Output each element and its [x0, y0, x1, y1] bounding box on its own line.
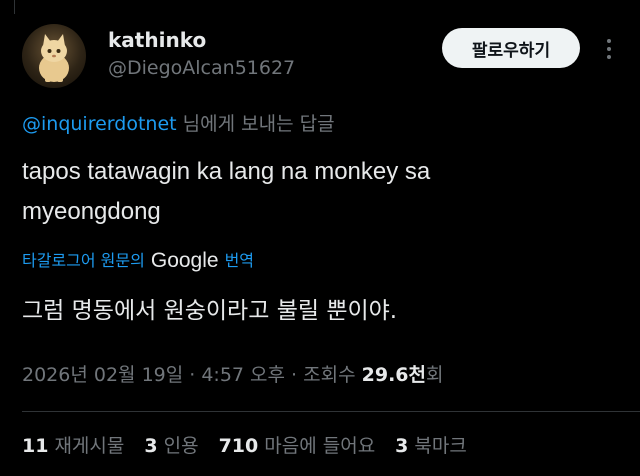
translated-text: 그럼 명동에서 원숭이라고 불릴 뿐이야. [22, 298, 398, 324]
likes-count: 710 [218, 435, 259, 457]
thread-line [14, 0, 15, 14]
likes-label: 마음에 들어요 [264, 435, 376, 457]
tweet-text-line-1: tapos tatawagin ka lang na monkey sa [22, 158, 431, 185]
bookmarks-count: 3 [395, 435, 409, 457]
cat-avatar-icon [39, 34, 69, 82]
quotes-label: 인용 [163, 435, 199, 457]
timestamp[interactable]: 2026년 02월 19일 · 4:57 오후 · 조회수 [22, 364, 362, 386]
reposts-count: 11 [22, 435, 49, 457]
translation-prefix: 타갈로그어 원문의 [22, 251, 145, 270]
divider [22, 411, 640, 412]
quotes-count: 3 [144, 435, 158, 457]
translation-suffix: 번역 [224, 251, 255, 270]
bookmarks-stat[interactable]: 3 북마크 [395, 432, 467, 460]
likes-stat[interactable]: 710 마음에 들어요 [219, 432, 376, 460]
tweet-meta: 2026년 02월 19일 · 4:57 오후 · 조회수 29.6천회 [22, 361, 443, 389]
quotes-stat[interactable]: 3 인용 [144, 432, 198, 460]
tweet-text-line-2: myeongdong [22, 198, 161, 225]
reposts-stat[interactable]: 11 재게시물 [22, 432, 124, 460]
follow-button[interactable]: 팔로우하기 [442, 28, 580, 68]
tweet-header: kathinko @DiegoAlcan51627 팔로우하기 [22, 24, 620, 88]
author-names: kathinko @DiegoAlcan51627 [108, 26, 295, 82]
display-name[interactable]: kathinko [108, 26, 295, 54]
more-vertical-icon[interactable] [602, 38, 616, 60]
reply-mention-link[interactable]: @inquirerdotnet [22, 113, 177, 135]
view-count: 29.6천 [361, 364, 426, 386]
reply-suffix: 님에게 보내는 답글 [176, 113, 335, 135]
user-handle[interactable]: @DiegoAlcan51627 [108, 54, 295, 82]
engagement-stats: 11 재게시물 3 인용 710 마음에 들어요 3 북마크 [22, 432, 467, 460]
reposts-label: 재게시물 [54, 435, 125, 457]
translation-attribution[interactable]: 타갈로그어 원문의 Google 번역 [22, 248, 254, 274]
reply-context: @inquirerdotnet 님에게 보내는 답글 [22, 111, 335, 137]
bookmarks-label: 북마크 [414, 435, 467, 457]
tweet-text: tapos tatawagin ka lang na monkey sa mye… [22, 152, 612, 232]
view-count-suffix: 회 [425, 364, 444, 386]
google-logo-text: Google [150, 249, 219, 272]
avatar[interactable] [22, 24, 86, 88]
